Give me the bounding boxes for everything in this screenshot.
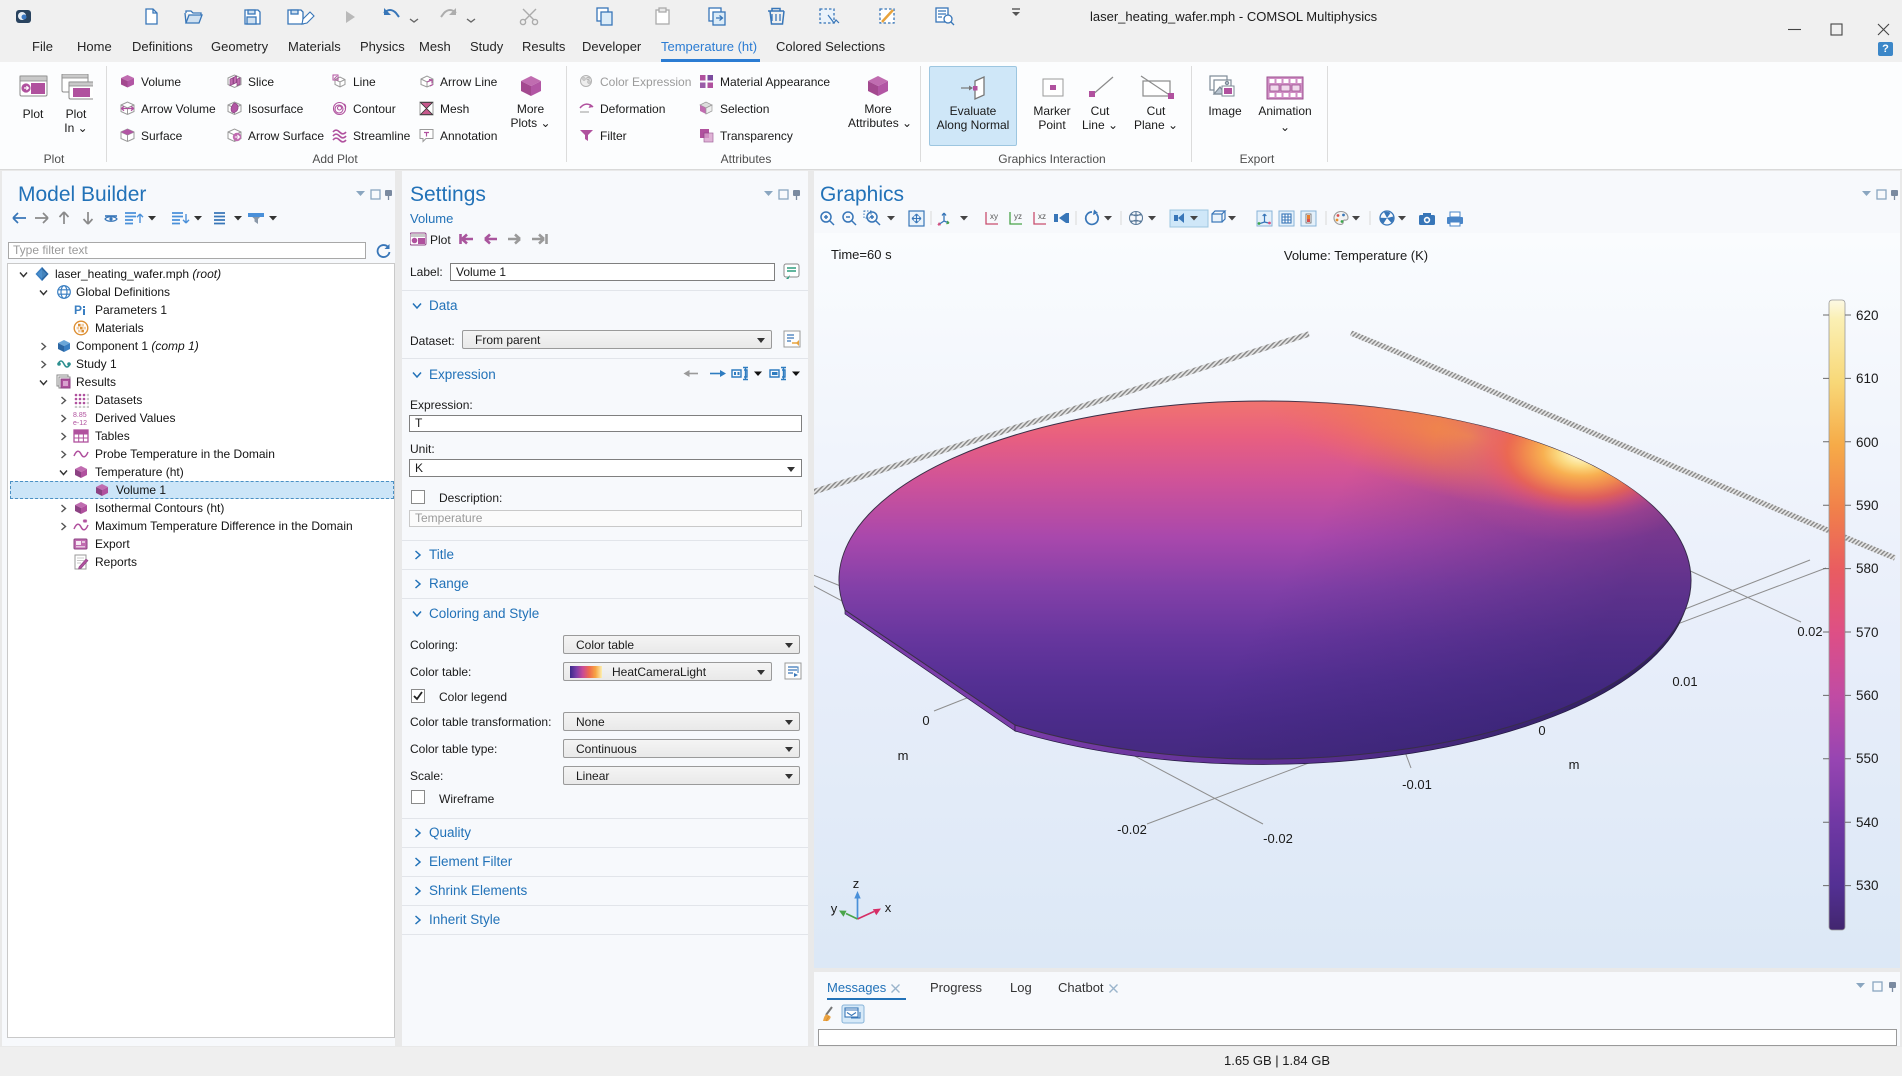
svg-text:y: y (831, 901, 838, 916)
svg-text:m: m (1569, 757, 1580, 772)
svg-text:m: m (898, 748, 909, 763)
svg-text:0.02: 0.02 (1797, 624, 1822, 639)
svg-text:530: 530 (1856, 878, 1879, 893)
svg-text:e-12: e-12 (73, 420, 87, 426)
svg-text:yz: yz (1014, 212, 1022, 221)
svg-text:560: 560 (1856, 688, 1879, 703)
svg-text:0: 0 (922, 713, 929, 728)
svg-text:570: 570 (1856, 625, 1879, 640)
svg-text:xz: xz (1038, 212, 1046, 221)
svg-text:-0.01: -0.01 (1402, 777, 1432, 792)
svg-text:x: x (885, 900, 892, 915)
svg-text:620: 620 (1856, 308, 1879, 323)
svg-text:Plot: Plot (430, 233, 451, 247)
svg-text:xy: xy (990, 212, 998, 221)
svg-text:600: 600 (1856, 435, 1879, 450)
svg-text:-0.02: -0.02 (1263, 831, 1293, 846)
svg-text:z: z (853, 876, 860, 891)
svg-text:-0.02: -0.02 (1117, 822, 1147, 837)
svg-text:610: 610 (1856, 371, 1879, 386)
svg-text:580: 580 (1856, 561, 1879, 576)
svg-text:8.85: 8.85 (73, 412, 87, 419)
svg-text:Time=60 s: Time=60 s (831, 247, 892, 262)
svg-text:P: P (74, 303, 82, 317)
svg-text:590: 590 (1856, 498, 1879, 513)
svg-text:550: 550 (1856, 751, 1879, 766)
svg-text:Volume: Temperature (K): Volume: Temperature (K) (1284, 248, 1428, 263)
svg-text:0: 0 (1538, 723, 1545, 738)
svg-text:540: 540 (1856, 815, 1879, 830)
svg-text:0.01: 0.01 (1672, 674, 1697, 689)
